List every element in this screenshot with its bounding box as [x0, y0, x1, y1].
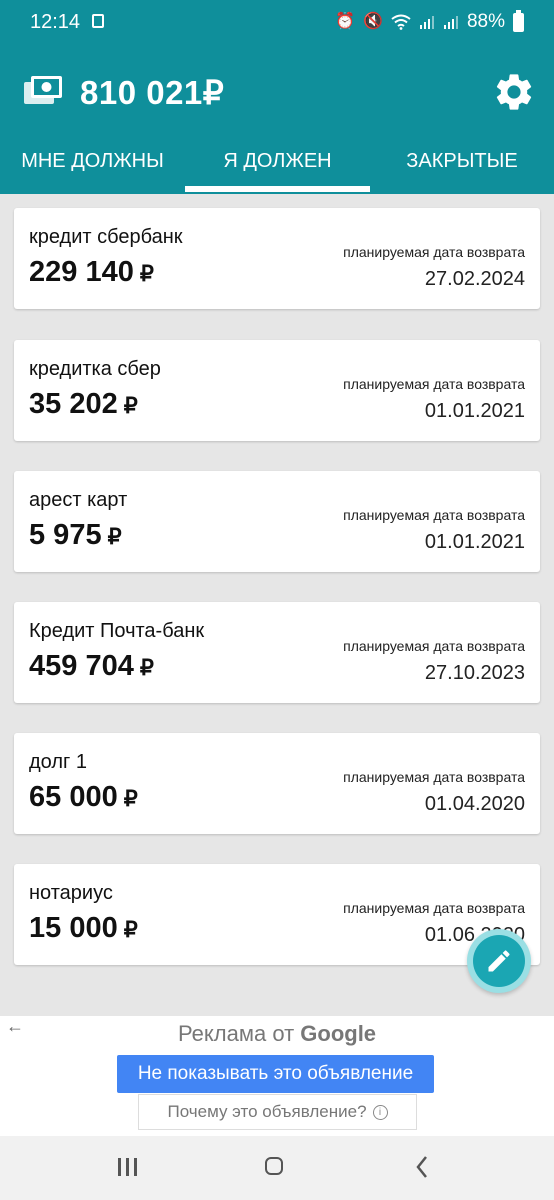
return-date-label: планируемая дата возврата: [343, 507, 525, 523]
gear-icon[interactable]: [492, 70, 536, 114]
signal-icon: [419, 16, 434, 29]
active-tab-indicator: [185, 186, 370, 192]
currency-sign: ₽: [123, 917, 138, 942]
system-nav-bar: [0, 1136, 554, 1200]
debt-card[interactable]: Кредит Почта-банк 459 704 ₽ планируемая д…: [14, 602, 540, 703]
debt-amount-value: 15 000: [29, 912, 118, 944]
ad-title-prefix: Реклама от: [177, 1021, 295, 1046]
wifi-icon: [391, 14, 411, 30]
return-date: 27.02.2024: [424, 268, 525, 290]
return-date-label: планируемая дата возврата: [343, 769, 525, 785]
return-date-label: планируемая дата возврата: [343, 900, 525, 916]
return-date: 01.01.2021: [424, 400, 525, 422]
currency-sign: ₽: [139, 655, 154, 680]
debt-amount-value: 5 975: [29, 519, 102, 551]
debt-amount: 229 140 ₽: [29, 256, 154, 289]
debt-amount-value: 65 000: [29, 781, 118, 813]
debt-amount-value: 229 140: [29, 256, 134, 288]
debt-amount: 15 000 ₽: [29, 912, 138, 945]
currency-sign: ₽: [123, 393, 138, 418]
debt-card[interactable]: кредитка сбер 35 202 ₽ планируемая дата в…: [14, 340, 540, 441]
debt-name: кредитка сбер: [29, 358, 161, 380]
pencil-icon: [488, 950, 510, 972]
debt-amount-value: 459 704: [29, 650, 134, 682]
money-icon: [24, 76, 62, 104]
status-bar: 12:14 ⏰ 🔇 88%: [0, 0, 554, 44]
currency-sign: ₽: [107, 524, 122, 549]
debt-amount: 459 704 ₽: [29, 650, 154, 683]
debt-card[interactable]: нотариус 15 000 ₽ планируемая дата возвра…: [14, 864, 540, 965]
currency-sign: ₽: [123, 786, 138, 811]
total-balance: 810 021₽: [80, 74, 225, 111]
alarm-icon: ⏰: [335, 13, 356, 30]
mute-icon: 🔇: [363, 13, 383, 30]
edit-fab-button[interactable]: [467, 929, 531, 993]
debt-card[interactable]: арест карт 5 975 ₽ планируемая дата возвр…: [14, 471, 540, 572]
return-date: 01.01.2021: [424, 531, 525, 553]
debt-name: нотариус: [29, 882, 113, 904]
recent-apps-icon[interactable]: [118, 1158, 137, 1176]
currency-sign: ₽: [139, 261, 154, 286]
debt-card[interactable]: кредит сбербанк 229 140 ₽ планируемая дат…: [14, 208, 540, 309]
ad-title: Реклама от Google: [0, 1021, 554, 1047]
return-date: 27.10.2023: [424, 662, 525, 684]
ad-title-brand: Google: [300, 1021, 377, 1046]
debt-name: долг 1: [29, 751, 87, 773]
status-time: 12:14: [30, 11, 81, 33]
return-date-label: планируемая дата возврата: [343, 638, 525, 654]
why-ad-label: Почему это объявление?: [167, 1102, 367, 1121]
tab-closed[interactable]: ЗАКРЫТЫЕ: [370, 138, 554, 194]
hide-ad-button[interactable]: Не показывать это объявление: [117, 1055, 434, 1093]
debt-amount: 65 000 ₽: [29, 781, 138, 814]
debt-card[interactable]: долг 1 65 000 ₽ планируемая дата возврата…: [14, 733, 540, 834]
return-date: 01.04.2020: [424, 793, 525, 815]
debt-name: кредит сбербанк: [29, 226, 183, 248]
debt-amount: 5 975 ₽: [29, 519, 122, 552]
info-icon: i: [372, 1104, 388, 1120]
return-date-label: планируемая дата возврата: [343, 376, 525, 392]
signal-icon-2: [443, 16, 458, 29]
battery-icon: [513, 9, 524, 32]
notification-icon: [92, 14, 104, 28]
tab-owed-to-me[interactable]: МНЕ ДОЛЖНЫ: [0, 138, 185, 194]
home-icon[interactable]: [265, 1157, 283, 1175]
why-ad-button[interactable]: Почему это объявление? i: [138, 1094, 417, 1130]
debt-name: арест карт: [29, 489, 128, 511]
fab-inner: [473, 935, 525, 987]
return-date-label: планируемая дата возврата: [343, 244, 525, 260]
debt-name: Кредит Почта-банк: [29, 620, 205, 642]
debt-amount: 35 202 ₽: [29, 388, 138, 421]
debt-amount-value: 35 202: [29, 388, 118, 420]
back-icon[interactable]: [413, 1153, 431, 1181]
battery-percent: 88%: [466, 11, 505, 32]
